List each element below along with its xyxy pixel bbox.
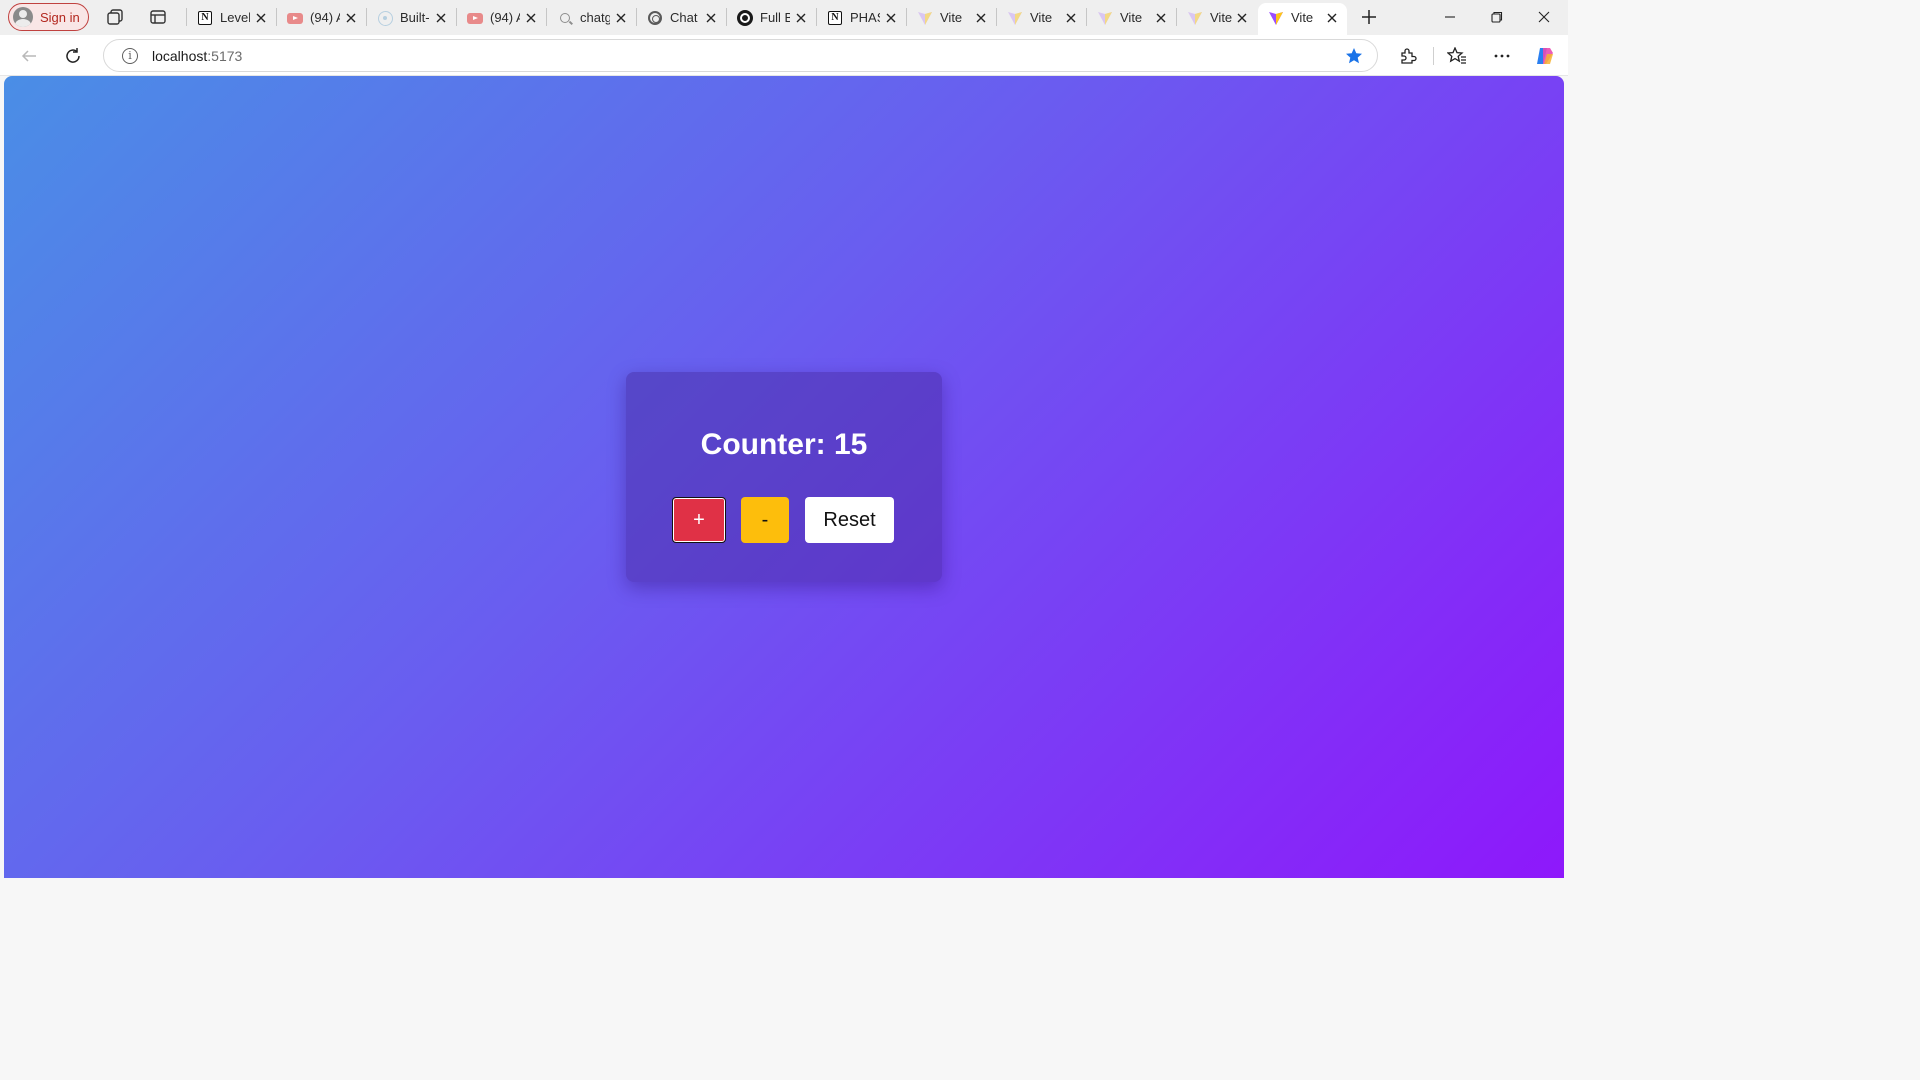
tab-title: Vite xyxy=(940,10,963,25)
url-host: localhost xyxy=(152,48,208,64)
tab-vite-3[interactable]: Vite xyxy=(1087,3,1176,32)
tab-chat[interactable]: Chat xyxy=(637,3,726,32)
search-icon xyxy=(557,10,573,26)
minimize-icon xyxy=(1445,16,1455,18)
tab-vite-4[interactable]: Vite xyxy=(1177,3,1257,32)
close-tab-icon[interactable] xyxy=(1325,11,1339,25)
decrement-button[interactable]: - xyxy=(741,497,789,543)
openai-icon xyxy=(647,10,663,26)
more-menu-button[interactable] xyxy=(1489,43,1515,69)
tab-title: chatg xyxy=(580,10,610,25)
tab-vite-1[interactable]: Vite xyxy=(907,3,996,32)
window-bottom-edge xyxy=(0,878,1568,882)
tab-chatg-search[interactable]: chatg xyxy=(547,3,636,32)
tab-title: (94) A xyxy=(310,10,340,25)
tab-title: Level xyxy=(220,10,250,25)
toolbar-separator xyxy=(1433,47,1434,65)
close-tab-icon[interactable] xyxy=(884,11,898,25)
counter-card: Counter: 15 + - Reset xyxy=(626,372,942,582)
workspaces-button[interactable] xyxy=(102,5,128,29)
back-arrow-icon xyxy=(21,50,36,62)
minimize-button[interactable] xyxy=(1430,5,1470,29)
close-tab-icon[interactable] xyxy=(1235,11,1249,25)
close-tab-icon[interactable] xyxy=(614,11,628,25)
extensions-button[interactable] xyxy=(1395,43,1421,69)
vite-icon xyxy=(1097,10,1113,26)
address-bar[interactable]: i localhost:5173 xyxy=(103,39,1378,72)
close-tab-icon[interactable] xyxy=(524,11,538,25)
react-icon xyxy=(377,10,393,26)
tab-phas[interactable]: N PHAS xyxy=(817,3,906,32)
tab-title: Vite xyxy=(1120,10,1143,25)
url-port: :5173 xyxy=(207,48,243,64)
plus-icon xyxy=(1362,10,1376,24)
close-icon xyxy=(1538,11,1550,23)
tab-title: Full B xyxy=(760,10,790,25)
refresh-button[interactable] xyxy=(59,42,87,70)
close-tab-icon[interactable] xyxy=(344,11,358,25)
tab-vite-active[interactable]: Vite xyxy=(1258,3,1347,35)
tab-title: Chat xyxy=(670,10,698,25)
restore-button[interactable] xyxy=(1477,5,1517,29)
app-background: Counter: 15 + - Reset xyxy=(4,76,1564,878)
close-window-button[interactable] xyxy=(1524,5,1564,29)
favorite-star-icon[interactable] xyxy=(1345,47,1363,65)
restore-icon xyxy=(1491,11,1503,23)
tab-full-b[interactable]: Full B xyxy=(727,3,816,32)
tab-title: PHAS xyxy=(850,10,880,25)
copilot-icon xyxy=(1537,48,1553,64)
copilot-button[interactable] xyxy=(1532,43,1558,69)
avatar-icon xyxy=(13,7,33,27)
close-tab-icon[interactable] xyxy=(794,11,808,25)
address-url[interactable]: localhost:5173 xyxy=(152,48,242,64)
page-viewport: Counter: 15 + - Reset xyxy=(4,76,1564,878)
vite-icon xyxy=(1187,10,1203,26)
notion-icon: N xyxy=(827,10,843,26)
youtube-icon xyxy=(467,10,483,26)
vite-icon xyxy=(1007,10,1023,26)
close-tab-icon[interactable] xyxy=(1064,11,1078,25)
profile-button[interactable]: Sign in xyxy=(8,3,89,31)
browser-toolbar: i localhost:5173 xyxy=(0,35,1568,76)
tab-youtube-2[interactable]: (94) A xyxy=(457,3,546,32)
vite-icon xyxy=(917,10,933,26)
workspaces-icon xyxy=(107,9,123,25)
tab-actions-button[interactable] xyxy=(145,5,171,29)
tab-title: Built- xyxy=(400,10,430,25)
back-button[interactable] xyxy=(15,42,43,70)
tab-title: (94) A xyxy=(490,10,520,25)
tab-level[interactable]: N Level xyxy=(187,3,276,32)
favorites-button[interactable] xyxy=(1444,43,1470,69)
tab-built[interactable]: Built- xyxy=(367,3,456,32)
profile-label: Sign in xyxy=(40,9,80,25)
reset-button[interactable]: Reset xyxy=(805,497,894,543)
tab-vite-2[interactable]: Vite xyxy=(997,3,1086,32)
tab-strip: Sign in N Level (94) A Built- (94) A xyxy=(0,0,1568,35)
site-info-icon[interactable]: i xyxy=(122,48,138,64)
close-tab-icon[interactable] xyxy=(254,11,268,25)
openai-dark-icon xyxy=(737,10,753,26)
tab-title: Vite xyxy=(1291,10,1314,25)
tab-youtube-1[interactable]: (94) A xyxy=(277,3,366,32)
vite-icon xyxy=(1268,10,1284,26)
vertical-tabs-icon xyxy=(150,10,166,24)
favorites-icon xyxy=(1447,47,1466,64)
close-tab-icon[interactable] xyxy=(434,11,448,25)
more-dots-icon xyxy=(1494,54,1510,58)
tab-title: Vite xyxy=(1030,10,1053,25)
new-tab-button[interactable] xyxy=(1356,5,1382,29)
close-tab-icon[interactable] xyxy=(704,11,718,25)
extensions-icon xyxy=(1401,48,1417,64)
increment-button[interactable]: + xyxy=(672,497,726,543)
close-tab-icon[interactable] xyxy=(1154,11,1168,25)
close-tab-icon[interactable] xyxy=(974,11,988,25)
refresh-icon xyxy=(66,48,80,63)
youtube-icon xyxy=(287,10,303,26)
counter-display: Counter: 15 xyxy=(700,428,868,461)
notion-icon: N xyxy=(197,10,213,26)
